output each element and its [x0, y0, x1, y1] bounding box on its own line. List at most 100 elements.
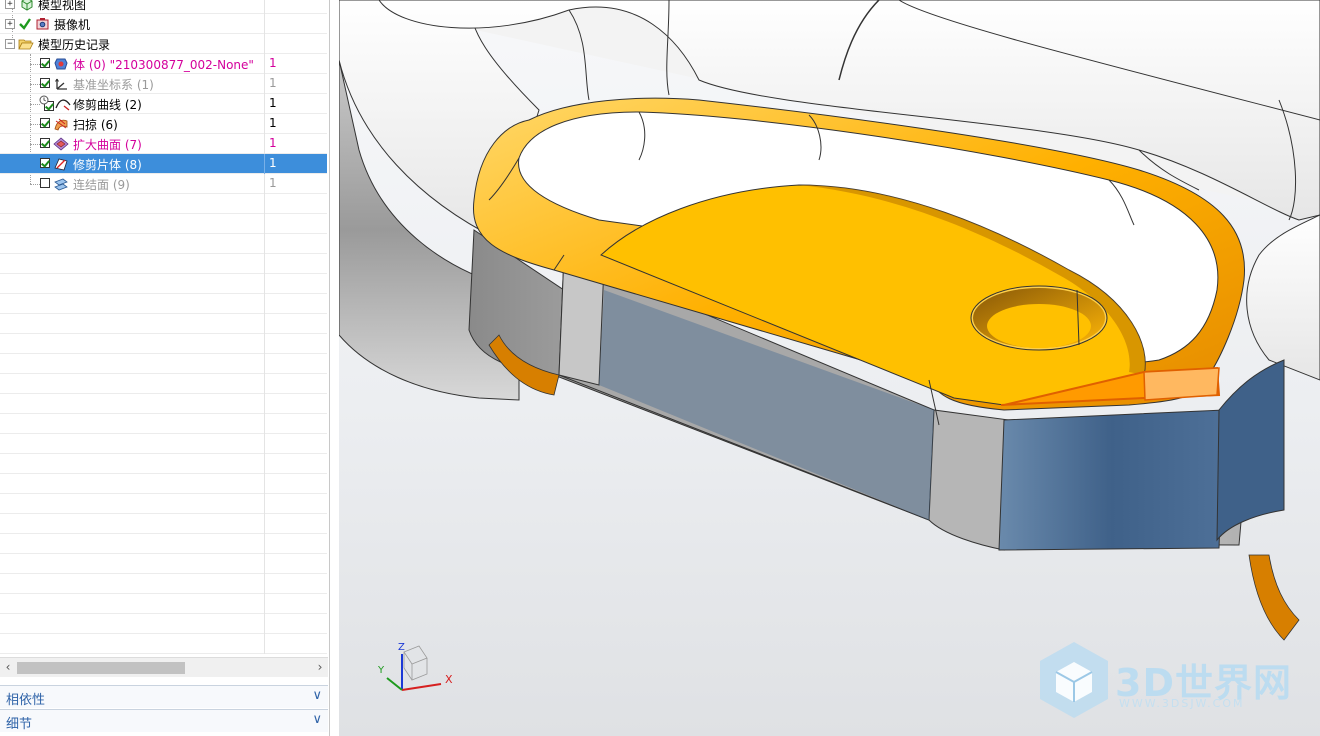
- column-divider: [264, 114, 265, 134]
- collapse-toggle[interactable]: −: [5, 39, 15, 49]
- history-item-value: 1: [269, 176, 277, 190]
- tree-node-cameras[interactable]: + 摄像机: [0, 14, 327, 34]
- column-divider: [264, 154, 265, 174]
- empty-row: [0, 454, 327, 474]
- history-item-value: 1: [269, 136, 277, 150]
- panel-title: 相依性: [6, 693, 46, 708]
- visibility-checkbox[interactable]: [40, 58, 50, 68]
- empty-row: [0, 194, 327, 214]
- open-folder-icon: [18, 39, 34, 50]
- empty-row: [0, 414, 327, 434]
- history-item-label: 连结面 (9): [73, 178, 130, 192]
- check-mark-icon: [19, 18, 31, 30]
- column-divider: [264, 294, 265, 314]
- empty-row: [0, 614, 327, 634]
- history-item-label: 扩大曲面 (7): [73, 138, 142, 152]
- history-item-label: 体 (0) "210300877_002-None": [73, 58, 254, 72]
- scrollbar-thumb[interactable]: [17, 662, 185, 674]
- empty-row: [0, 274, 327, 294]
- history-item-label: 扫掠 (6): [73, 118, 118, 132]
- scroll-right-arrow-icon[interactable]: ›: [312, 658, 328, 677]
- triad-y-label: Y: [378, 665, 385, 676]
- column-divider: [264, 54, 265, 74]
- expand-toggle[interactable]: +: [5, 0, 15, 9]
- history-item-join-face[interactable]: 连结面 (9) 1: [0, 174, 327, 194]
- empty-row: [0, 394, 327, 414]
- empty-row: [0, 474, 327, 494]
- camera-icon: [36, 18, 49, 30]
- visibility-checkbox[interactable]: [40, 78, 50, 88]
- empty-row: [0, 334, 327, 354]
- column-divider: [264, 354, 265, 374]
- column-divider: [264, 594, 265, 614]
- model-views-icon: [21, 0, 33, 11]
- visibility-checkbox[interactable]: [40, 158, 50, 168]
- empty-row: [0, 214, 327, 234]
- clock-icon: [39, 95, 49, 105]
- scroll-left-arrow-icon[interactable]: ‹: [0, 658, 16, 677]
- history-item-trim-sheet[interactable]: 修剪片体 (8) 1: [0, 154, 327, 174]
- column-divider: [264, 554, 265, 574]
- triad-x-label: X: [445, 673, 453, 686]
- column-divider: [264, 414, 265, 434]
- join-face-icon: [54, 178, 68, 191]
- column-divider: [264, 274, 265, 294]
- dependencies-panel-header[interactable]: 相依性 ∨: [0, 685, 328, 708]
- history-item-sweep[interactable]: 扫掠 (6) 1: [0, 114, 327, 134]
- column-divider: [264, 234, 265, 254]
- empty-row: [0, 534, 327, 554]
- model-tree: + 模型视图 + 摄像机 − 模型历史记录 体 (0) "210300877_0…: [0, 0, 329, 656]
- column-divider: [264, 254, 265, 274]
- column-divider: [264, 434, 265, 454]
- empty-row: [0, 294, 327, 314]
- chevron-down-icon[interactable]: ∨: [312, 688, 322, 703]
- tree-node-history[interactable]: − 模型历史记录: [0, 34, 327, 54]
- enlarge-surface-icon: [53, 137, 69, 151]
- tree-node-label: 模型历史记录: [38, 38, 111, 52]
- history-item-trim-curve[interactable]: 修剪曲线 (2) 1: [0, 94, 327, 114]
- visibility-checkbox[interactable]: [40, 138, 50, 148]
- history-item-value: 1: [269, 156, 277, 170]
- empty-row: [0, 374, 327, 394]
- visibility-checkbox[interactable]: [40, 178, 50, 188]
- empty-row: [0, 314, 327, 334]
- column-divider: [264, 314, 265, 334]
- history-item-value: 1: [269, 76, 277, 90]
- column-divider: [264, 214, 265, 234]
- history-item-value: 1: [269, 96, 277, 110]
- column-divider: [264, 474, 265, 494]
- datum-csys-icon: [55, 78, 67, 90]
- trim-curve-icon: [55, 99, 71, 111]
- visibility-checkbox[interactable]: [40, 118, 50, 128]
- column-divider: [264, 34, 265, 54]
- column-divider: [264, 0, 265, 14]
- chevron-down-icon[interactable]: ∨: [312, 712, 322, 727]
- empty-row: [0, 254, 327, 274]
- tree-node-model-views[interactable]: + 模型视图: [0, 0, 327, 14]
- empty-row: [0, 514, 327, 534]
- column-divider: [264, 534, 265, 554]
- history-item-body[interactable]: 体 (0) "210300877_002-None" 1: [0, 54, 327, 74]
- panel-title: 细节: [6, 717, 33, 732]
- trim-sheet-icon: [54, 158, 68, 171]
- history-item-value: 1: [269, 56, 277, 70]
- empty-row: [0, 594, 327, 614]
- history-item-value: 1: [269, 116, 277, 130]
- expand-toggle[interactable]: +: [5, 19, 15, 29]
- graphics-window[interactable]: Z X Y 3D世界网 WWW.3DSJW.COM: [339, 0, 1320, 736]
- history-item-label: 修剪片体 (8): [73, 158, 142, 172]
- empty-row: [0, 434, 327, 454]
- history-item-label: 修剪曲线 (2): [73, 98, 142, 112]
- history-item-datum-csys[interactable]: 基准坐标系 (1) 1: [0, 74, 327, 94]
- body-icon: [54, 58, 68, 70]
- column-divider: [264, 574, 265, 594]
- horizontal-scrollbar[interactable]: ‹ ›: [0, 657, 328, 677]
- history-item-label: 基准坐标系 (1): [73, 78, 154, 92]
- column-divider: [264, 374, 265, 394]
- empty-row: [0, 574, 327, 594]
- column-divider: [264, 634, 265, 654]
- history-item-enlarge-surface[interactable]: 扩大曲面 (7) 1: [0, 134, 327, 154]
- empty-row: [0, 354, 327, 374]
- column-divider: [264, 74, 265, 94]
- details-panel-header[interactable]: 细节 ∨: [0, 709, 328, 732]
